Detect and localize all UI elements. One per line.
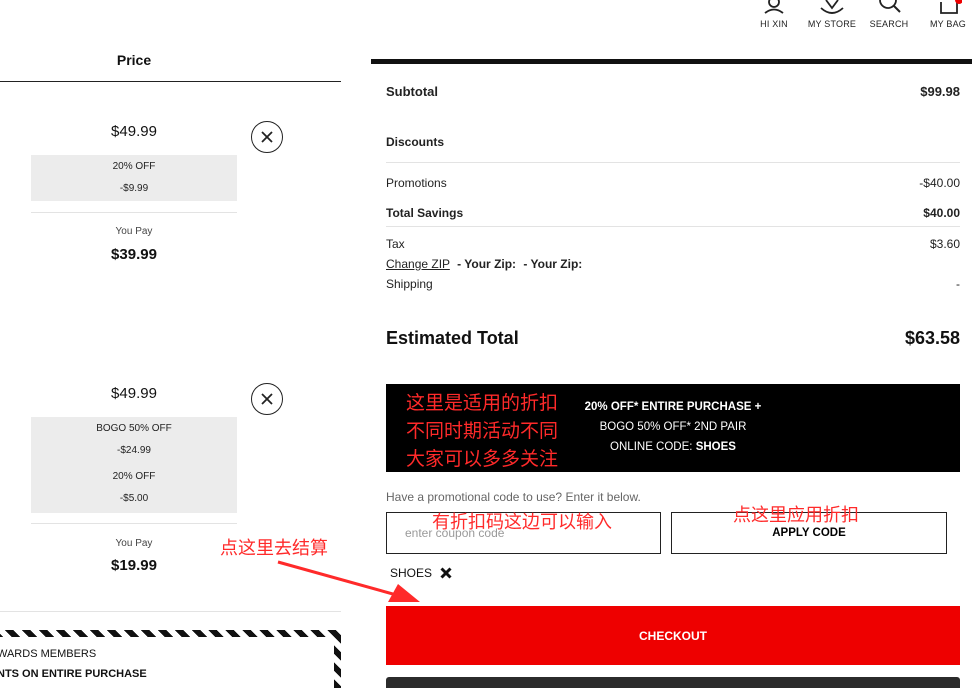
item-2-remove-button[interactable] (251, 383, 283, 415)
item-1-divider (31, 212, 237, 213)
annotation-arrow-icon (277, 560, 420, 602)
item-1-you-pay: $39.99 (111, 246, 157, 263)
secondary-checkout-button[interactable] (386, 677, 960, 688)
coupon-annotation: 有折扣码这边可以输入 (432, 512, 612, 533)
zip-row: Change ZIP - Your Zip: - Your Zip: (386, 257, 582, 271)
item-2-discounts: BOGO 50% OFF -$24.99 20% OFF -$5.00 (31, 417, 237, 513)
promo-banner: 20% OFF* ENTIRE PURCHASE + BOGO 50% OFF*… (386, 384, 960, 472)
nav-account-label: HI XIN (760, 19, 788, 29)
promotions-label: Promotions (386, 176, 447, 190)
item-1-remove-button[interactable] (251, 121, 283, 153)
nav-account[interactable]: HI XIN (744, 0, 804, 29)
discount-name: 20% OFF (112, 471, 156, 482)
nav-my-bag-label: MY BAG (929, 19, 967, 29)
coupon-prompt: Have a promotional code to use? Enter it… (386, 490, 641, 504)
promo-line-3: ONLINE CODE: SHOES (578, 441, 768, 453)
promo-code-prefix: ONLINE CODE: (610, 441, 696, 453)
rewards-line-1: WARDS MEMBERS (0, 648, 97, 660)
remove-coupon-icon[interactable] (440, 567, 452, 579)
discount-amount: -$9.99 (119, 183, 149, 194)
promo-line-1: 20% OFF* ENTIRE PURCHASE + (584, 401, 762, 413)
summary-top-bar (371, 59, 972, 64)
nav-my-bag[interactable]: MY BAG (918, 0, 972, 29)
shipping-label: Shipping (386, 277, 433, 291)
item-2-divider (31, 523, 237, 524)
promo-annotation-line-1: 这里是适用的折扣 (406, 392, 559, 414)
nav-search[interactable]: SEARCH (859, 0, 919, 29)
discount-name: BOGO 50% OFF (96, 423, 172, 434)
discounts-label: Discounts (386, 135, 445, 149)
promo-annotation: 这里是适用的折扣 不同时期活动不同 大家可以多多关注 (406, 389, 558, 473)
item-1-discounts: 20% OFF -$9.99 (31, 155, 237, 201)
discount-amount: -$24.99 (117, 445, 151, 456)
your-zip-1: - Your Zip: (457, 257, 517, 271)
item-1-price: $49.99 (111, 123, 157, 140)
user-icon (764, 0, 784, 14)
nav-search-label: SEARCH (869, 19, 909, 29)
savings-divider (386, 226, 960, 227)
promo-annotation-line-2: 不同时期活动不同 (406, 420, 559, 442)
promo-annotation-line-3: 大家可以多多关注 (406, 448, 559, 470)
promo-line-2: BOGO 50% OFF* 2ND PAIR (599, 421, 747, 433)
close-icon (261, 393, 273, 405)
total-savings-label: Total Savings (386, 206, 464, 220)
discount-name: 20% OFF (112, 161, 156, 172)
shipping-value: - (956, 277, 960, 291)
store-pin-icon (820, 0, 844, 14)
estimated-total-value: $63.58 (904, 328, 960, 348)
price-column-header: Price (116, 52, 152, 68)
rewards-banner: WARDS MEMBERS NTS ON ENTIRE PURCHASE (0, 630, 341, 688)
search-icon (879, 0, 901, 13)
your-zip-2: - Your Zip: (523, 257, 583, 271)
promo-code: SHOES (695, 441, 736, 453)
estimated-total-label: Estimated Total (386, 328, 519, 348)
subtotal-label: Subtotal (386, 84, 438, 99)
discount-amount: -$5.00 (119, 493, 149, 504)
rewards-line-2: NTS ON ENTIRE PURCHASE (0, 668, 147, 680)
nav-my-store[interactable]: MY STORE (802, 0, 862, 29)
tax-value: $3.60 (929, 237, 960, 251)
change-zip-link[interactable]: Change ZIP (386, 257, 450, 271)
header-divider (0, 81, 341, 82)
close-icon (261, 131, 273, 143)
promotions-value: -$40.00 (919, 176, 960, 190)
item-2-price: $49.99 (111, 385, 157, 402)
total-savings-value: $40.00 (923, 206, 960, 220)
subtotal-value: $99.98 (920, 84, 960, 99)
bag-icon (940, 0, 962, 14)
item-1-you-pay-label: You Pay (115, 226, 153, 237)
checkout-button[interactable]: CHECKOUT (386, 606, 960, 665)
nav-my-store-label: MY STORE (807, 19, 857, 29)
apply-annotation: 点这里应用折扣 (733, 505, 859, 526)
discounts-divider (386, 162, 960, 163)
tax-label: Tax (386, 237, 405, 251)
